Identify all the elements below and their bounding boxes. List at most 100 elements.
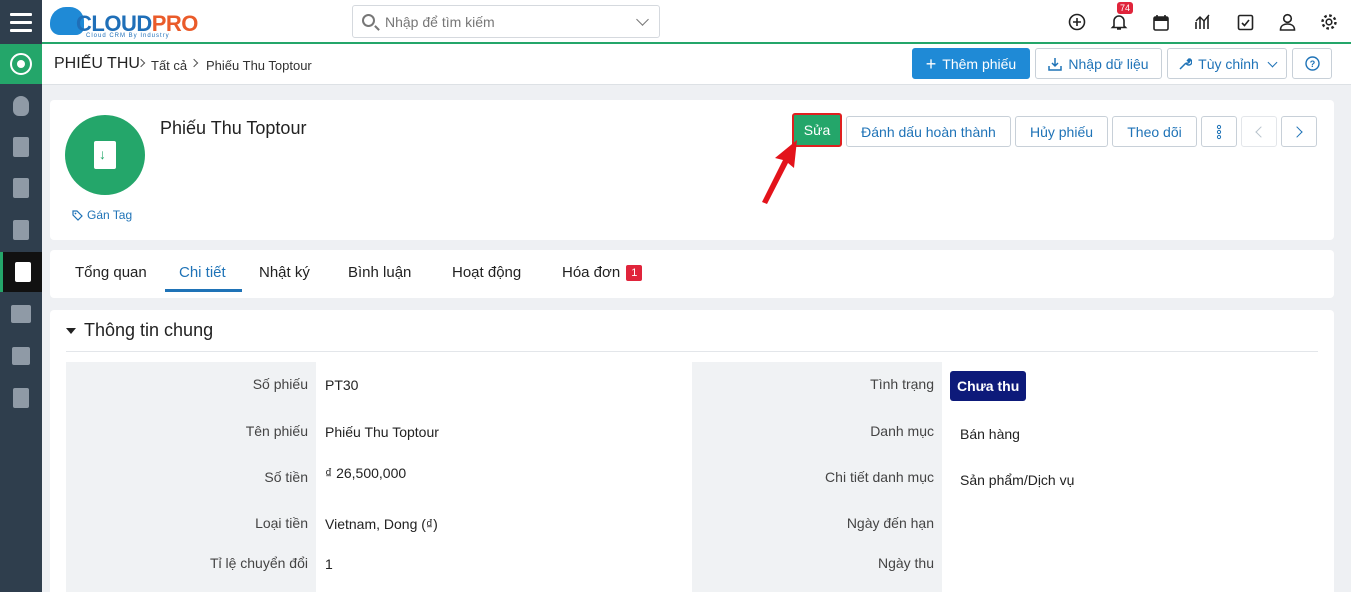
tab-invoices[interactable]: Hóa đơn 1 bbox=[562, 264, 643, 281]
add-receipt-label: Thêm phiếu bbox=[942, 55, 1017, 72]
field-label-receipt-number: Số phiếu bbox=[252, 376, 308, 392]
status-badge: Chưa thu bbox=[950, 371, 1027, 401]
breadcrumb-separator-icon bbox=[189, 58, 199, 68]
assign-tag-label: Gán Tag bbox=[87, 208, 133, 222]
field-label-due-date: Ngày đến hạn bbox=[846, 515, 934, 531]
tab-details[interactable]: Chi tiết bbox=[179, 264, 226, 281]
sidebar-item-money-bag[interactable] bbox=[0, 86, 42, 126]
sidebar-item-book[interactable] bbox=[0, 336, 42, 376]
tab-log[interactable]: Nhật ký bbox=[259, 264, 310, 281]
notification-count-badge: 74 bbox=[1117, 2, 1134, 14]
user-profile-icon[interactable] bbox=[1277, 12, 1297, 32]
more-vertical-icon bbox=[1216, 124, 1222, 139]
next-record-button[interactable] bbox=[1281, 116, 1317, 147]
field-value-category: Bán hàng bbox=[960, 426, 1020, 442]
section-title: Thông tin chung bbox=[84, 320, 214, 340]
tab-invoices-label: Hóa đơn bbox=[562, 264, 621, 281]
sidebar-item-invoice[interactable] bbox=[0, 210, 42, 250]
receipt-download-icon bbox=[94, 141, 116, 169]
chevron-down-icon bbox=[1267, 57, 1278, 67]
cancel-receipt-button[interactable]: Hủy phiếu bbox=[1015, 116, 1108, 147]
svg-text:?: ? bbox=[1309, 59, 1315, 69]
tab-comments[interactable]: Bình luận bbox=[348, 264, 411, 281]
upload-document-icon bbox=[13, 388, 29, 408]
follow-button[interactable]: Theo dõi bbox=[1112, 116, 1197, 147]
sidebar bbox=[0, 0, 42, 592]
field-label-collection-date: Ngày thu bbox=[877, 555, 934, 571]
cloudpro-logo[interactable]: CLOUDPRO Cloud CRM By Industry bbox=[48, 5, 208, 39]
sidebar-item-receipt[interactable] bbox=[0, 252, 42, 292]
wrench-icon bbox=[1179, 57, 1193, 70]
logo-tagline: Cloud CRM By Industry bbox=[86, 33, 170, 39]
invoice-count-badge: 1 bbox=[626, 265, 643, 281]
assign-tag-link[interactable]: Gán Tag bbox=[72, 208, 132, 222]
active-tab-indicator bbox=[165, 289, 242, 292]
field-label-currency: Loại tiền bbox=[255, 515, 308, 531]
record-title: Phiếu Thu Toptour bbox=[160, 118, 307, 138]
task-check-icon[interactable] bbox=[1235, 12, 1255, 32]
calculator-icon bbox=[13, 137, 29, 157]
highlight-arrow-icon bbox=[762, 140, 797, 204]
notification-bell-icon[interactable]: 74 bbox=[1109, 2, 1134, 32]
add-circle-icon[interactable] bbox=[1067, 12, 1087, 32]
more-actions-button[interactable] bbox=[1201, 116, 1237, 147]
invoice-dollar-icon bbox=[13, 220, 29, 240]
calendar-icon[interactable] bbox=[1151, 12, 1171, 32]
top-bar: CLOUDPRO Cloud CRM By Industry 74 bbox=[42, 0, 1351, 44]
sidebar-item-calculator[interactable] bbox=[0, 127, 42, 167]
document-icon bbox=[13, 178, 29, 198]
chevron-left-icon bbox=[1255, 125, 1267, 138]
home-icon[interactable] bbox=[0, 44, 42, 84]
module-title[interactable]: PHIẾU THU bbox=[54, 55, 140, 73]
field-label-amount: Số tiền bbox=[264, 469, 308, 485]
general-info-section: Thông tin chung Số phiếu PT30 Tên phiếu … bbox=[50, 310, 1334, 592]
chevron-down-icon[interactable] bbox=[636, 13, 649, 26]
field-value-currency: Vietnam, Dong (₫) bbox=[325, 516, 438, 532]
field-label-status: Tình trạng bbox=[870, 376, 934, 392]
help-button[interactable]: ? bbox=[1292, 48, 1332, 79]
field-value-conversion-rate: 1 bbox=[325, 556, 333, 572]
field-value-category-detail: Sản phẩm/Dịch vụ bbox=[960, 472, 1075, 488]
breadcrumb-all[interactable]: Tất cả bbox=[151, 58, 187, 73]
chart-edit-icon bbox=[11, 305, 31, 323]
record-header-card: Gán Tag Phiếu Thu Toptour Sửa Đánh dấu h… bbox=[50, 100, 1334, 240]
plus-icon: + bbox=[925, 53, 937, 74]
customize-label: Tùy chỉnh bbox=[1198, 55, 1259, 72]
search-icon bbox=[362, 14, 375, 27]
mark-complete-button[interactable]: Đánh dấu hoàn thành bbox=[846, 116, 1011, 147]
download-tray-icon bbox=[1048, 57, 1063, 71]
record-avatar bbox=[65, 115, 145, 195]
tab-activities[interactable]: Hoạt động bbox=[452, 264, 521, 281]
previous-record-button[interactable] bbox=[1241, 116, 1277, 147]
global-search[interactable] bbox=[352, 5, 660, 38]
import-data-label: Nhập dữ liệu bbox=[1068, 55, 1149, 72]
sidebar-item-upload[interactable] bbox=[0, 378, 42, 418]
import-data-button[interactable]: Nhập dữ liệu bbox=[1035, 48, 1162, 79]
field-label-category-detail: Chi tiết danh mục bbox=[825, 469, 934, 485]
divider bbox=[66, 351, 1318, 352]
breadcrumb: PHIẾU THU Tất cả Phiếu Thu Toptour + Thê… bbox=[42, 44, 1351, 85]
tabs-bar: Tổng quan Chi tiết Nhật ký Bình luận Hoạ… bbox=[50, 250, 1334, 298]
hamburger-menu-icon[interactable] bbox=[0, 0, 42, 44]
analytics-icon[interactable] bbox=[1193, 12, 1213, 32]
sidebar-item-report[interactable] bbox=[0, 294, 42, 334]
field-value-receipt-name: Phiếu Thu Toptour bbox=[325, 424, 439, 440]
tag-icon bbox=[72, 209, 83, 221]
add-receipt-button[interactable]: + Thêm phiếu bbox=[912, 48, 1030, 79]
book-icon bbox=[12, 347, 30, 365]
search-input[interactable] bbox=[385, 10, 625, 34]
receipt-download-icon bbox=[14, 262, 31, 282]
customize-button[interactable]: Tùy chỉnh bbox=[1167, 48, 1287, 79]
tab-overview[interactable]: Tổng quan bbox=[75, 264, 147, 281]
section-header[interactable]: Thông tin chung bbox=[66, 320, 213, 341]
field-value-amount: ₫ 26,500,000 bbox=[325, 465, 407, 481]
field-value-receipt-number: PT30 bbox=[325, 377, 359, 393]
chevron-right-icon bbox=[1291, 125, 1303, 138]
collapse-caret-icon bbox=[66, 327, 76, 334]
breadcrumb-current: Phiếu Thu Toptour bbox=[206, 58, 312, 73]
field-label-receipt-name: Tên phiếu bbox=[245, 423, 308, 439]
field-label-conversion-rate: Tỉ lệ chuyển đổi bbox=[209, 555, 308, 571]
help-question-icon: ? bbox=[1304, 56, 1320, 71]
settings-gear-icon[interactable] bbox=[1319, 12, 1339, 32]
sidebar-item-document[interactable] bbox=[0, 168, 42, 208]
